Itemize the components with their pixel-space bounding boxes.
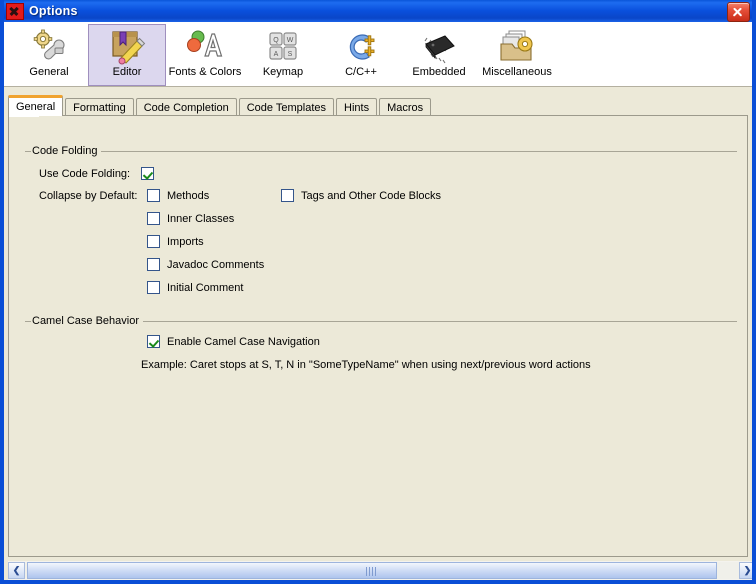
- toolbar-item-label: C/C++: [345, 66, 377, 78]
- tab-code-templates[interactable]: Code Templates: [239, 98, 334, 116]
- collapse-option-initial-comment[interactable]: Initial Comment: [147, 281, 243, 294]
- toolbar-item-label: General: [29, 66, 68, 78]
- collapse-option-imports[interactable]: Imports: [147, 235, 204, 248]
- toolbar-item-fonts-colors[interactable]: Fonts & Colors: [166, 24, 244, 86]
- category-toolbar: General Editor: [4, 22, 752, 87]
- c-plus-plus-icon: [341, 28, 381, 66]
- collapse-by-default-label-row: Collapse by Default:: [39, 190, 137, 202]
- chip-icon: [419, 28, 459, 66]
- toolbar-item-label: Keymap: [263, 66, 303, 78]
- toolbar-item-editor[interactable]: Editor: [88, 24, 166, 86]
- collapse-option-tags-and-other-code-blocks[interactable]: Tags and Other Code Blocks: [281, 189, 441, 202]
- tab-label: Code Completion: [144, 102, 229, 114]
- svg-text:Q: Q: [273, 37, 279, 44]
- toolbar-item-c-cpp[interactable]: C/C++: [322, 24, 400, 86]
- enable-camel-case-navigation-row[interactable]: Enable Camel Case Navigation: [147, 335, 320, 348]
- scrollbar-grip-icon: [366, 567, 378, 576]
- tab-label: Macros: [387, 102, 423, 114]
- methods-checkbox[interactable]: [147, 189, 160, 202]
- group-title: Code Folding: [31, 145, 101, 157]
- scrollbar-track[interactable]: [25, 562, 739, 579]
- options-x-icon: [6, 3, 24, 20]
- camel-case-example-row: Example: Caret stops at S, T, N in "Some…: [141, 359, 591, 371]
- folder-gear-icon: [497, 28, 537, 66]
- gear-wrench-icon: [29, 28, 69, 66]
- svg-text:A: A: [274, 51, 279, 58]
- options-dialog-window: Options General: [0, 0, 756, 584]
- collapse-option-javadoc-comments[interactable]: Javadoc Comments: [147, 258, 264, 271]
- tab-label: Code Templates: [247, 102, 326, 114]
- horizontal-scrollbar[interactable]: ❮ ❯: [8, 561, 756, 580]
- toolbar-item-miscellaneous[interactable]: Miscellaneous: [478, 24, 556, 86]
- enable-camel-case-navigation-checkbox[interactable]: [147, 335, 160, 348]
- imports-checkbox[interactable]: [147, 235, 160, 248]
- inner-classes-checkbox[interactable]: [147, 212, 160, 225]
- toolbar-item-label: Miscellaneous: [482, 66, 552, 78]
- javadoc-comments-label: Javadoc Comments: [167, 259, 264, 271]
- inner-classes-label: Inner Classes: [167, 213, 234, 225]
- tags-other-code-blocks-label: Tags and Other Code Blocks: [301, 190, 441, 202]
- editor-tabs: General Formatting Code Completion Code …: [8, 95, 433, 116]
- titlebar: Options: [0, 0, 756, 22]
- book-pencil-icon: [107, 28, 147, 66]
- scroll-left-arrow-icon[interactable]: ❮: [8, 562, 25, 579]
- window-title: Options: [29, 4, 78, 18]
- svg-text:W: W: [287, 37, 294, 44]
- tab-label: Hints: [344, 102, 369, 114]
- font-colors-icon: [185, 28, 225, 66]
- svg-text:S: S: [288, 51, 293, 58]
- toolbar-item-label: Embedded: [412, 66, 465, 78]
- javadoc-comments-checkbox[interactable]: [147, 258, 160, 271]
- scrollbar-thumb[interactable]: [27, 562, 717, 579]
- options-content-panel: Code Folding Use Code Folding: Collapse …: [8, 115, 748, 557]
- initial-comment-label: Initial Comment: [167, 282, 243, 294]
- tab-general[interactable]: General: [8, 95, 63, 116]
- tab-label: Formatting: [73, 102, 126, 114]
- tab-panel-seam: [9, 116, 39, 117]
- tab-macros[interactable]: Macros: [379, 98, 431, 116]
- tab-formatting[interactable]: Formatting: [65, 98, 134, 116]
- scroll-right-arrow-icon[interactable]: ❯: [739, 562, 756, 579]
- tab-label: General: [16, 101, 55, 113]
- group-title: Camel Case Behavior: [31, 315, 143, 327]
- collapse-option-inner-classes[interactable]: Inner Classes: [147, 212, 234, 225]
- close-icon[interactable]: [727, 2, 750, 22]
- toolbar-item-keymap[interactable]: Q W A S Keymap: [244, 24, 322, 86]
- imports-label: Imports: [167, 236, 204, 248]
- enable-camel-case-navigation-label: Enable Camel Case Navigation: [167, 336, 320, 348]
- use-code-folding-checkbox[interactable]: [141, 167, 154, 180]
- initial-comment-checkbox[interactable]: [147, 281, 160, 294]
- camel-case-example-text: Example: Caret stops at S, T, N in "Some…: [141, 359, 591, 371]
- group-divider: [25, 151, 737, 152]
- toolbar-item-general[interactable]: General: [10, 24, 88, 86]
- toolbar-item-embedded[interactable]: Embedded: [400, 24, 478, 86]
- toolbar-item-label: Fonts & Colors: [169, 66, 242, 78]
- toolbar-item-label: Editor: [113, 66, 142, 78]
- use-code-folding-row: Use Code Folding:: [39, 167, 154, 180]
- collapse-by-default-label: Collapse by Default:: [39, 190, 137, 202]
- tab-code-completion[interactable]: Code Completion: [136, 98, 237, 116]
- collapse-option-methods[interactable]: Methods: [147, 189, 209, 202]
- use-code-folding-label: Use Code Folding:: [39, 168, 141, 180]
- tags-other-code-blocks-checkbox[interactable]: [281, 189, 294, 202]
- tab-hints[interactable]: Hints: [336, 98, 377, 116]
- methods-label: Methods: [167, 190, 209, 202]
- keyboard-keys-icon: Q W A S: [263, 28, 303, 66]
